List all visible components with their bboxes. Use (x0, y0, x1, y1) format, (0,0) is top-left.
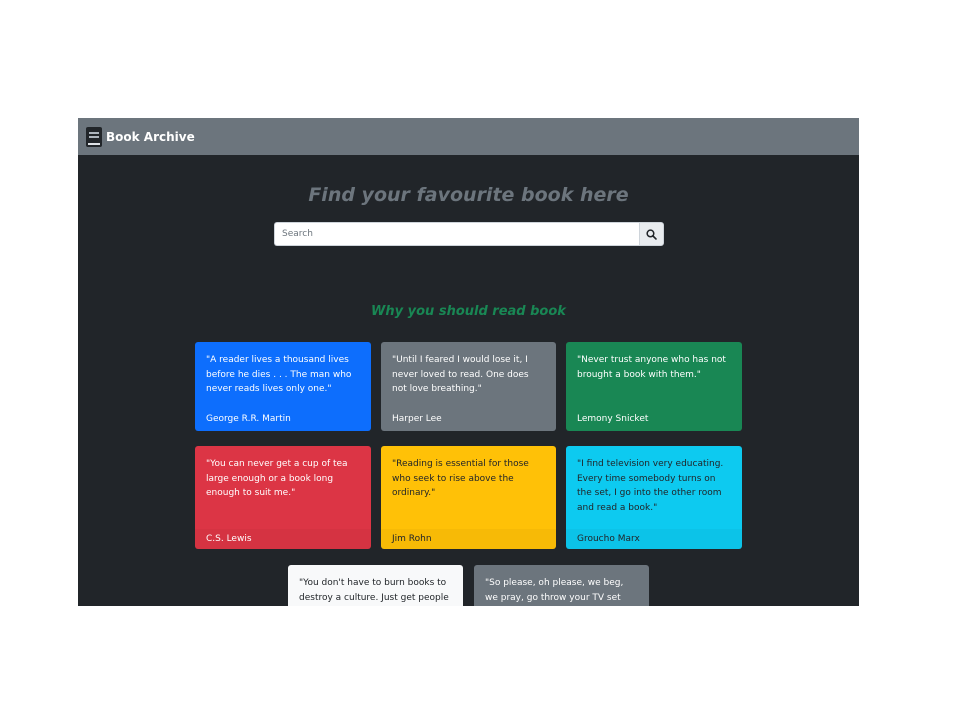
quote-card: "You can never get a cup of tea large en… (195, 446, 371, 549)
quote-text: "Never trust anyone who has not brought … (577, 355, 726, 380)
page-heading: Find your favourite book here (308, 184, 629, 206)
quote-card: "I find television very educating. Every… (566, 446, 742, 549)
quote-text: "So please, oh please, we beg, we pray, … (485, 578, 624, 603)
book-icon (86, 126, 102, 147)
quote-card: "Until I feared I would lose it, I never… (381, 342, 556, 431)
search-bar (274, 222, 664, 246)
quote-text: "I find television very educating. Every… (577, 459, 724, 513)
quote-author: Harper Lee (392, 414, 442, 424)
quote-card: "A reader lives a thousand lives before … (195, 342, 371, 431)
quote-text: "You don't have to burn books to destroy… (299, 578, 449, 603)
quote-card: "Reading is essential for those who seek… (381, 446, 556, 549)
quote-text: "You can never get a cup of tea large en… (206, 459, 348, 498)
quote-author: C.S. Lewis (195, 529, 371, 549)
quote-card: "Never trust anyone who has not brought … (566, 342, 742, 431)
section-heading: Why you should read book (371, 304, 566, 319)
quote-author: George R.R. Martin (206, 414, 291, 424)
search-input[interactable] (274, 222, 639, 246)
quote-text: "Reading is essential for those who seek… (392, 459, 529, 498)
quote-card: "So please, oh please, we beg, we pray, … (474, 565, 649, 606)
brand-title: Book Archive (106, 129, 195, 144)
navbar: Book Archive (78, 118, 859, 155)
quote-text: "Until I feared I would lose it, I never… (392, 355, 529, 394)
brand-link[interactable]: Book Archive (86, 126, 195, 147)
quote-author: Jim Rohn (381, 529, 556, 549)
quote-author: Lemony Snicket (577, 414, 649, 424)
quote-card: "You don't have to burn books to destroy… (288, 565, 463, 606)
quote-author: Groucho Marx (566, 529, 742, 549)
search-icon (646, 228, 657, 240)
search-button[interactable] (639, 222, 664, 246)
app-window: Book Archive Find your favourite book he… (78, 118, 859, 606)
quote-text: "A reader lives a thousand lives before … (206, 355, 352, 394)
